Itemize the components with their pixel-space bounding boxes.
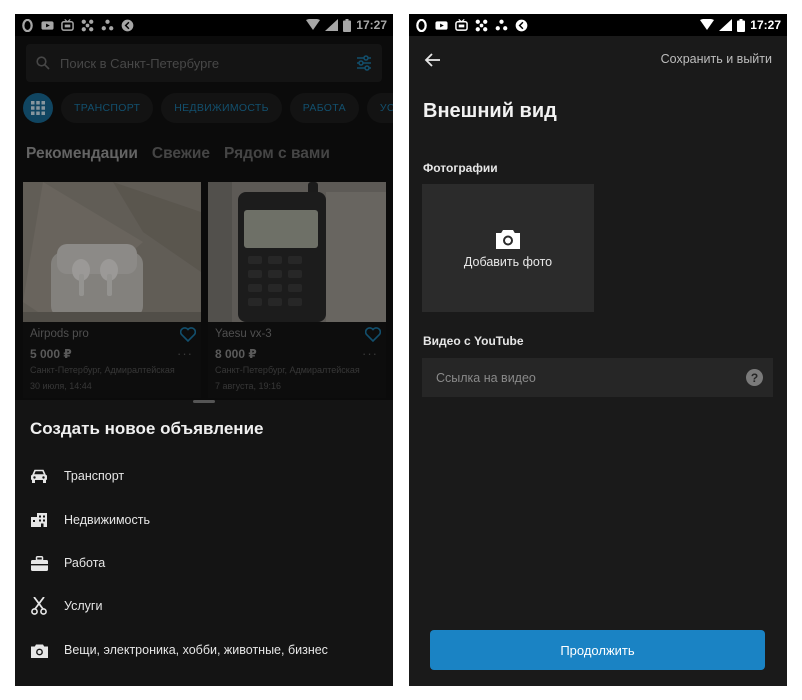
sheet-item-label: Работа: [64, 556, 106, 570]
youtube-link-placeholder: Ссылка на видео: [436, 370, 536, 385]
sheet-drag-handle[interactable]: [193, 400, 215, 403]
sheet-item-services[interactable]: Услуги: [15, 586, 393, 626]
create-listing-sheet: Создать новое объявление Транспорт Недви…: [15, 400, 393, 686]
dots-app-icon: [475, 19, 488, 31]
sheet-item-label: Услуги: [64, 599, 103, 613]
building-icon: [30, 511, 48, 529]
wifi-icon: [700, 19, 715, 30]
sheet-item-label: Недвижимость: [64, 513, 150, 527]
camera-icon: [496, 229, 520, 249]
scissors-icon: [30, 597, 48, 615]
shazam-icon: [515, 19, 528, 31]
add-photo-label: Добавить фото: [463, 254, 553, 269]
youtube-icon: [435, 20, 448, 30]
status-bar: 17:27: [409, 14, 787, 36]
dots-app-icon-2: [495, 19, 508, 30]
signal-icon: [719, 19, 733, 31]
help-icon[interactable]: ?: [746, 369, 763, 386]
sheet-item-transport[interactable]: Транспорт: [15, 456, 393, 496]
save-and-exit-button[interactable]: Сохранить и выйти: [661, 52, 772, 66]
back-arrow-icon[interactable]: [423, 50, 443, 70]
sheet-item-jobs[interactable]: Работа: [15, 543, 393, 583]
left-screen: 17:27 Поиск в Санкт-Петербурге ТРАНСПОРТ…: [15, 14, 393, 686]
sheet-item-goods[interactable]: Вещи, электроника, хобби, животные, бизн…: [15, 630, 393, 670]
youtube-link-input[interactable]: Ссылка на видео ?: [422, 358, 773, 397]
notification-icons: [415, 18, 528, 32]
video-section-label: Видео с YouTube: [423, 334, 524, 348]
page-title: Внешний вид: [423, 100, 557, 122]
add-photo-button[interactable]: Добавить фото: [422, 184, 594, 312]
tv-icon: [455, 18, 468, 31]
system-status: 17:27: [700, 18, 781, 32]
clock: 17:27: [750, 18, 781, 32]
continue-button[interactable]: Продолжить: [430, 630, 765, 670]
opera-icon: [416, 18, 427, 32]
right-screen: 17:27 Сохранить и выйти Внешний вид Фото…: [409, 14, 787, 686]
sheet-item-real-estate[interactable]: Недвижимость: [15, 500, 393, 540]
sheet-title: Создать новое объявление: [30, 419, 264, 438]
briefcase-icon: [30, 554, 48, 572]
sheet-item-label: Транспорт: [64, 469, 125, 483]
photos-section-label: Фотографии: [423, 161, 498, 175]
car-icon: [30, 467, 48, 485]
modal-scrim[interactable]: [15, 14, 393, 400]
sheet-item-label: Вещи, электроника, хобби, животные, бизн…: [64, 643, 328, 657]
camera-icon: [30, 641, 48, 659]
battery-icon: [737, 18, 746, 32]
